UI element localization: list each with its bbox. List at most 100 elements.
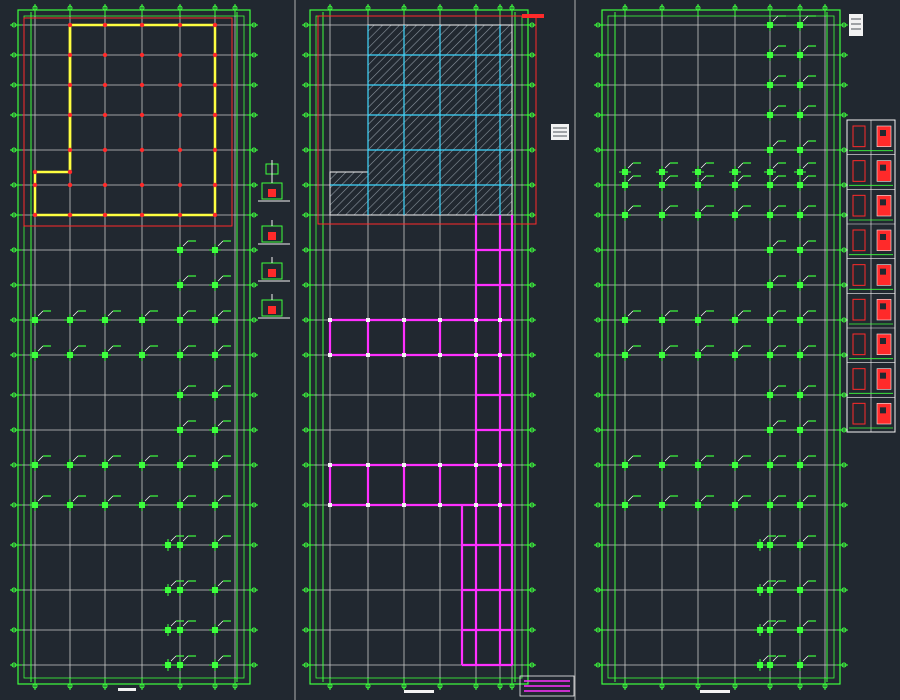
leader-line	[772, 495, 779, 502]
column-mark	[366, 353, 370, 357]
leader-line	[772, 15, 779, 22]
cad-viewport[interactable]	[0, 0, 900, 700]
leader-line	[217, 275, 224, 282]
leader-line	[217, 655, 224, 662]
leader-line	[182, 655, 189, 662]
pile-mark	[32, 182, 38, 188]
detail-symbol-icon	[258, 257, 290, 282]
column-mark	[366, 318, 370, 322]
leader-line	[664, 495, 671, 502]
leader-line	[627, 310, 634, 317]
detail-symbol-icon	[258, 220, 290, 245]
axis-border	[601, 9, 841, 685]
leader-line	[700, 345, 707, 352]
leader-line	[772, 175, 779, 182]
leader-line	[182, 620, 189, 627]
leader-line	[107, 345, 114, 352]
leader-line	[762, 620, 769, 627]
leader-line	[72, 455, 79, 462]
leader-line	[217, 580, 224, 587]
leader-line	[144, 495, 151, 502]
detail-symbol-icon	[258, 177, 290, 202]
leader-line	[772, 140, 779, 147]
leader-line	[37, 310, 44, 317]
column-mark	[474, 463, 478, 467]
leader-line	[772, 75, 779, 82]
leader-line	[700, 205, 707, 212]
leader-line	[37, 345, 44, 352]
leader-line	[182, 420, 189, 427]
column-mark	[498, 353, 502, 357]
pile-mark	[177, 22, 183, 28]
column-mark	[328, 503, 332, 507]
leader-line	[737, 175, 744, 182]
pile-mark	[212, 22, 218, 28]
leader-line	[772, 275, 779, 282]
column-mark	[366, 503, 370, 507]
column-mark	[474, 353, 478, 357]
detail-symbol-icon	[265, 160, 279, 178]
column-mark	[498, 318, 502, 322]
leader-line	[802, 385, 809, 392]
leader-line	[217, 620, 224, 627]
pile-mark	[177, 82, 183, 88]
leader-line	[737, 310, 744, 317]
column-mark	[402, 503, 406, 507]
pile-mark	[139, 212, 145, 218]
leader-line	[144, 310, 151, 317]
column-mark	[498, 503, 502, 507]
leader-line	[802, 580, 809, 587]
pile-mark	[102, 22, 108, 28]
leader-line	[182, 580, 189, 587]
leader-line	[664, 310, 671, 317]
leader-line	[772, 620, 779, 627]
pile-mark	[139, 52, 145, 58]
leader-line	[772, 385, 779, 392]
leader-line	[772, 455, 779, 462]
pile-mark	[67, 52, 73, 58]
hatched-slab	[329, 24, 513, 216]
column-mark	[438, 463, 442, 467]
leader-line	[664, 162, 671, 169]
leader-line	[182, 310, 189, 317]
cad-drawing[interactable]	[0, 0, 900, 700]
leader-line	[802, 175, 809, 182]
leader-line	[700, 495, 707, 502]
pile-mark	[32, 212, 38, 218]
pile-mark	[102, 212, 108, 218]
leader-line	[737, 162, 744, 169]
leader-line	[772, 240, 779, 247]
column-mark	[366, 463, 370, 467]
pile-mark	[32, 169, 38, 175]
leader-line	[627, 175, 634, 182]
column-mark	[328, 318, 332, 322]
leader-line	[182, 455, 189, 462]
leader-line	[217, 240, 224, 247]
leader-line	[802, 495, 809, 502]
leader-line	[772, 310, 779, 317]
leader-line	[737, 345, 744, 352]
leader-line	[144, 345, 151, 352]
leader-line	[772, 205, 779, 212]
leader-line	[37, 495, 44, 502]
leader-line	[664, 345, 671, 352]
leader-line	[802, 275, 809, 282]
leader-line	[170, 580, 177, 587]
leader-line	[72, 310, 79, 317]
column-mark	[498, 463, 502, 467]
leader-line	[664, 175, 671, 182]
leader-line	[802, 535, 809, 542]
title-block-icon	[551, 124, 569, 140]
north-marker-icon	[849, 14, 863, 36]
title-underline	[700, 690, 730, 693]
pile-mark	[177, 212, 183, 218]
pile-mark	[177, 182, 183, 188]
pile-mark	[212, 52, 218, 58]
column-mark	[438, 318, 442, 322]
pile-mark	[139, 147, 145, 153]
column-mark	[328, 463, 332, 467]
leader-line	[700, 455, 707, 462]
leader-line	[772, 162, 779, 169]
leader-line	[700, 162, 707, 169]
leader-line	[700, 310, 707, 317]
